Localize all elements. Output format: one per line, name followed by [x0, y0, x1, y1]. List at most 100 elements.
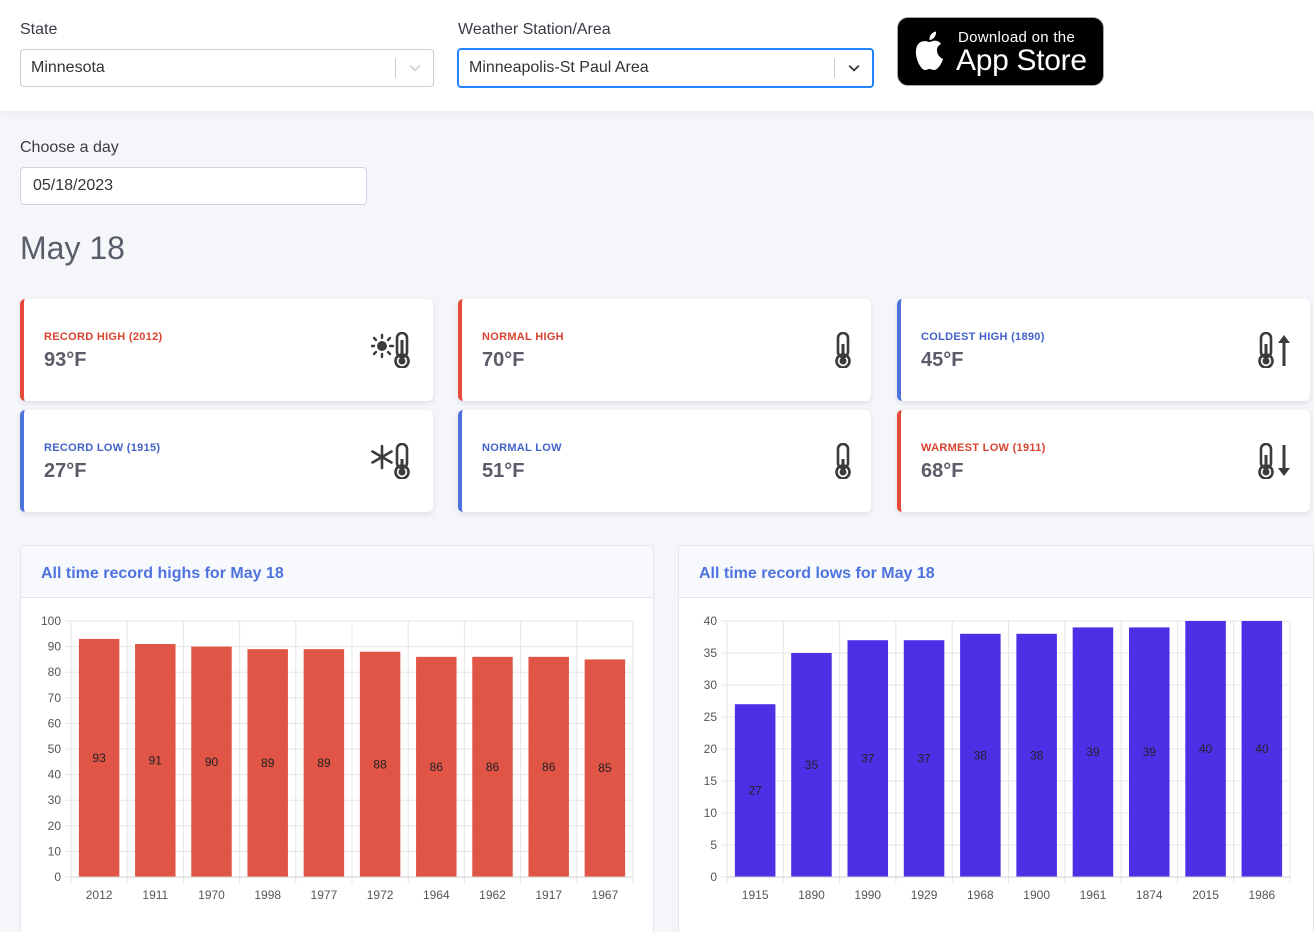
- x-tick-label: 1917: [535, 888, 562, 902]
- y-tick-label: 15: [704, 774, 718, 788]
- y-tick-label: 100: [41, 614, 61, 628]
- data-label: 38: [1030, 748, 1044, 762]
- x-tick-label: 1998: [254, 888, 281, 902]
- data-label: 35: [805, 758, 819, 772]
- date-input-value: 05/18/2023: [33, 177, 114, 194]
- data-label: 88: [373, 757, 387, 771]
- stat-label: RECORD HIGH (2012): [44, 331, 163, 343]
- x-tick-label: 1970: [198, 888, 225, 902]
- stat-value: 68°F: [921, 460, 964, 482]
- stat-label: COLDEST HIGH (1890): [921, 331, 1045, 343]
- x-tick-label: 1890: [798, 888, 825, 902]
- thermometer-icon: [835, 332, 851, 368]
- stat-card-normal-high: NORMAL HIGH 70°F: [458, 299, 871, 401]
- stat-card-normal-low: NORMAL LOW 51°F: [458, 410, 871, 512]
- apple-logo-icon: [915, 31, 943, 70]
- x-tick-label: 1874: [1136, 888, 1163, 902]
- station-select-value: Minneapolis-St Paul Area: [469, 59, 649, 76]
- stat-label: RECORD LOW (1915): [44, 442, 161, 454]
- data-label: 90: [205, 755, 219, 769]
- lows-chart-card: All time record lows for May 18 0 5 10 15 20…: [678, 545, 1314, 932]
- x-tick-label: 1977: [311, 888, 338, 902]
- stat-value: 51°F: [482, 460, 525, 482]
- data-label: 37: [861, 752, 875, 766]
- stat-value: 70°F: [482, 349, 525, 371]
- data-label: 89: [317, 756, 331, 770]
- stat-label: WARMEST LOW (1911): [921, 442, 1046, 454]
- stat-card-warmest-low: WARMEST LOW (1911) 68°F: [897, 410, 1310, 512]
- stat-card-record-low: RECORD LOW (1915) 27°F: [20, 410, 433, 512]
- stat-value: 93°F: [44, 349, 87, 371]
- sun-thermometer-icon: [371, 332, 410, 368]
- y-tick-label: 60: [48, 716, 62, 730]
- x-tick-label: 2015: [1192, 888, 1219, 902]
- state-select[interactable]: Minnesota: [20, 49, 434, 87]
- y-tick-label: 80: [48, 665, 62, 679]
- data-label: 91: [149, 754, 163, 768]
- x-tick-label: 1968: [967, 888, 994, 902]
- thermometer-arrow-up-icon: [1258, 332, 1290, 368]
- y-tick-label: 0: [710, 870, 717, 884]
- data-label: 40: [1255, 742, 1269, 756]
- y-tick-label: 70: [48, 691, 62, 705]
- x-tick-label: 2012: [86, 888, 113, 902]
- station-select[interactable]: Minneapolis-St Paul Area: [457, 48, 874, 88]
- x-tick-label: 1986: [1248, 888, 1275, 902]
- x-tick-label: 1972: [367, 888, 394, 902]
- y-tick-label: 90: [48, 640, 62, 654]
- lows-bar-chart: 0 5 10 15 20 25 30 35 40 27 1915 35 1890 37 1990 37 1929…: [704, 614, 1291, 902]
- data-label: 38: [974, 748, 988, 762]
- y-tick-label: 10: [48, 844, 62, 858]
- snowflake-thermometer-icon: [371, 443, 410, 479]
- y-tick-label: 30: [704, 678, 718, 692]
- stat-value: 27°F: [44, 460, 87, 482]
- app-store-line2: App Store: [956, 44, 1087, 77]
- x-tick-label: 1915: [742, 888, 769, 902]
- day-picker-label: Choose a day: [20, 139, 119, 156]
- highs-bar-chart: 0 10 20 30 40 50 60 70 80 90 100 93 2012 91 1911 90 1970…: [41, 614, 634, 902]
- y-tick-label: 40: [704, 614, 718, 628]
- data-label: 86: [542, 760, 556, 774]
- filter-bar: State Minnesota Weather Station/Area Min…: [0, 0, 1314, 111]
- x-tick-label: 1911: [142, 888, 168, 902]
- y-tick-label: 30: [48, 793, 62, 807]
- x-tick-label: 1967: [592, 888, 619, 902]
- y-tick-label: 10: [704, 806, 718, 820]
- data-label: 85: [598, 761, 612, 775]
- station-label: Weather Station/Area: [458, 21, 611, 38]
- chevron-down-icon[interactable]: [407, 60, 423, 76]
- data-label: 86: [430, 760, 444, 774]
- card-header: All time record lows for May 18: [679, 546, 1313, 598]
- y-tick-label: 50: [48, 742, 62, 756]
- state-label: State: [20, 21, 58, 38]
- data-label: 86: [486, 760, 500, 774]
- lows-chart-title: All time record lows for May 18: [699, 565, 935, 582]
- select-separator: [395, 58, 396, 78]
- card-header: All time record highs for May 18: [21, 546, 653, 598]
- select-separator: [834, 58, 835, 78]
- x-tick-label: 1964: [423, 888, 450, 902]
- x-tick-label: 1962: [479, 888, 506, 902]
- data-label: 40: [1199, 742, 1213, 756]
- data-label: 27: [748, 784, 762, 798]
- x-tick-label: 1961: [1080, 888, 1107, 902]
- state-select-value: Minnesota: [31, 59, 105, 76]
- chevron-down-icon[interactable]: [846, 60, 862, 76]
- data-label: 89: [261, 756, 275, 770]
- page-title: May 18: [20, 230, 125, 266]
- stat-label: NORMAL LOW: [482, 442, 562, 454]
- date-input[interactable]: 05/18/2023: [20, 167, 367, 205]
- y-tick-label: 25: [704, 710, 718, 724]
- stat-value: 45°F: [921, 349, 964, 371]
- stat-label: NORMAL HIGH: [482, 331, 564, 343]
- stat-card-record-high: RECORD HIGH (2012) 93°F: [20, 299, 433, 401]
- y-tick-label: 35: [704, 646, 718, 660]
- y-tick-label: 20: [704, 742, 718, 756]
- thermometer-arrow-down-icon: [1258, 443, 1290, 479]
- data-label: 37: [917, 752, 931, 766]
- y-tick-label: 5: [710, 838, 717, 852]
- x-tick-label: 1929: [911, 888, 938, 902]
- y-tick-label: 40: [48, 768, 62, 782]
- x-tick-label: 1990: [854, 888, 881, 902]
- app-store-badge[interactable]: Download on the App Store: [897, 17, 1104, 86]
